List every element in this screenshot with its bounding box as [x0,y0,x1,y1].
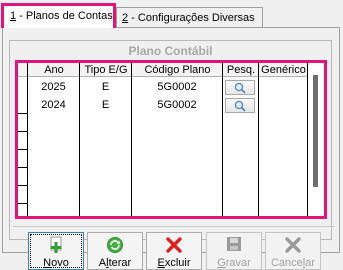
button-label: Cancelar [270,257,316,269]
search-button[interactable] [225,80,255,95]
search-icon [234,82,246,93]
cell-tipo[interactable]: E [80,96,131,114]
grid-line [222,63,223,216]
row-tick [18,149,28,150]
row-tick [18,113,28,114]
plano-contabil-grid: Ano Tipo E/G Código Plano Pesq. Genérico… [15,60,327,219]
cell-tipo[interactable]: E [80,78,131,96]
row-tick [18,131,28,132]
tab-configuracoes-diversas[interactable]: 2 - Configurações Diversas [116,7,263,28]
cell-generico[interactable] [259,96,307,114]
save-icon [207,236,261,254]
group-title: Plano Contábil [128,44,213,58]
cell-ano[interactable]: 2025 [28,78,79,96]
cell-generico[interactable] [259,78,307,96]
cell-ano[interactable]: 2024 [28,96,79,114]
scrollbar-thumb[interactable] [313,75,318,187]
tab-planos-de-contas[interactable]: 1 - Planos de Contas [1,3,116,28]
refresh-icon [88,236,142,254]
tab-label: - Planos de Contas [16,10,113,22]
excluir-button[interactable]: Excluir [146,232,202,270]
button-label: Alterar [98,257,132,269]
cell-codigo-plano[interactable]: 5G0002 [132,78,222,96]
button-label: Gravar [217,257,251,269]
search-icon [234,100,246,111]
search-button[interactable] [225,98,255,113]
gravar-button[interactable]: Gravar [206,232,262,270]
grid-body: Ano Tipo E/G Código Plano Pesq. Genérico… [18,63,308,216]
red-x-icon [147,236,201,254]
row-tick [18,185,28,186]
tab-page: Plano Contábil Ano Tipo E/G Código Plano… [2,27,340,270]
vertical-scrollbar[interactable] [308,63,324,216]
row-tick [18,203,28,204]
column-header-codigo-plano[interactable]: Código Plano [132,63,223,77]
tab-label: - Configurações Diversas [128,12,255,24]
button-label: Excluir [157,257,191,269]
button-label: Novo [43,257,69,269]
column-header-ano[interactable]: Ano [28,63,80,77]
column-header-generico[interactable]: Genérico [259,63,308,77]
cancelar-button[interactable]: Cancelar [265,232,321,270]
novo-button[interactable]: Novo [28,232,84,270]
cell-codigo-plano[interactable]: 5G0002 [132,96,222,114]
row-tick [18,167,28,168]
column-header-tipo[interactable]: Tipo E/G [80,63,132,77]
gray-x-icon [266,236,320,254]
alterar-button[interactable]: Alterar [87,232,143,270]
plus-icon [29,236,83,254]
column-header-pesq[interactable]: Pesq. [223,63,259,77]
toolbar-separator [13,226,335,227]
